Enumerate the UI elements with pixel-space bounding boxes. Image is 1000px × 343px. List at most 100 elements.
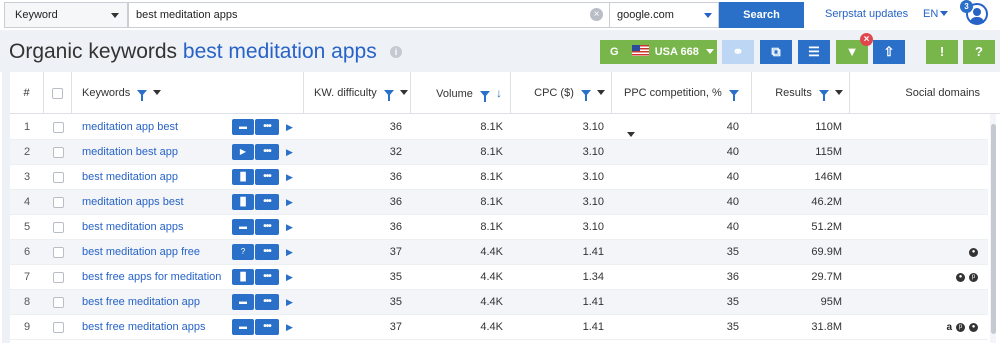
row-checkbox[interactable] [52, 246, 64, 258]
chevron-right-icon[interactable]: ▶ [286, 147, 293, 158]
table-row[interactable]: 5 best meditation apps ▬ ••• ▶ 36 8.1K 3.10 40 51… [10, 215, 988, 240]
keyword-link[interactable]: best free meditation apps [82, 315, 232, 340]
amazon-icon[interactable]: a [946, 323, 952, 333]
keyword-link[interactable]: meditation apps best [82, 190, 232, 215]
row-checkbox[interactable] [52, 296, 64, 308]
clear-filter-icon[interactable]: × [860, 33, 873, 46]
row-checkbox[interactable] [52, 146, 64, 158]
filter-icon[interactable] [479, 91, 490, 102]
report-issue-icon[interactable]: ! [926, 40, 958, 64]
video-icon[interactable]: ▶ [232, 144, 254, 160]
col-cpc[interactable]: CPC ($) [511, 72, 612, 114]
table-row[interactable]: 7 best free apps for meditation ▐▌ ••• ▶ 35 4.… [10, 265, 988, 290]
columns-icon[interactable]: ▐▌ [232, 169, 254, 185]
search-type-select[interactable]: Keyword [4, 2, 128, 28]
page-title-prefix: Organic keywords [9, 40, 178, 63]
notification-badge[interactable]: 3 [960, 0, 973, 13]
book-icon[interactable]: ? [963, 40, 995, 64]
more-options-icon[interactable]: ••• [255, 119, 279, 135]
keyword-link[interactable]: best free apps for meditation [82, 265, 232, 290]
keyword-link[interactable]: meditation app best [82, 115, 232, 140]
keyword-link[interactable]: best meditation app [82, 165, 232, 190]
col-competition[interactable]: PPC competition, % [612, 72, 752, 137]
table-row[interactable]: 3 best meditation app ▐▌ ••• ▶ 36 8.1K 3.10 40 14… [10, 165, 988, 190]
speech-bubble-icon[interactable]: ▬ [232, 119, 254, 135]
db-country-select[interactable]: G USA 668 [600, 40, 717, 64]
copy-icon[interactable]: ⧉ [760, 40, 792, 64]
row-checkbox[interactable] [52, 321, 64, 333]
col-difficulty[interactable]: KW. difficulty [304, 72, 411, 114]
table-row[interactable]: 1 meditation app best ▬ ••• ▶ 36 8.1K 3.10 40 110… [10, 115, 988, 140]
export-icon[interactable]: ⇧ [873, 40, 905, 64]
speech-bubble-icon[interactable]: ▬ [232, 294, 254, 310]
pinterest-icon[interactable]: p [969, 273, 978, 283]
search-button[interactable]: Search [719, 2, 804, 28]
col-competition-label: PPC competition, % [624, 87, 722, 99]
row-checkbox-cell [44, 265, 72, 290]
table-row[interactable]: 9 best free meditation apps ▬ ••• ▶ 37 4.4K 1.4… [10, 315, 988, 340]
more-options-icon[interactable]: ••• [255, 244, 279, 260]
key-icon[interactable]: ⚭ [722, 40, 754, 64]
chevron-right-icon[interactable]: ▶ [286, 122, 293, 133]
columns-settings-icon[interactable]: ☰ [798, 40, 830, 64]
clear-icon[interactable]: × [590, 8, 603, 21]
row-checkbox[interactable] [52, 271, 64, 283]
columns-icon[interactable]: ▐▌ [232, 269, 254, 285]
database-select[interactable]: google.com [609, 2, 719, 28]
keyword-link[interactable]: meditation best app [82, 140, 232, 165]
table-row[interactable]: 6 best meditation app free? ••• ▶ 37 4.4K 1.41… [10, 240, 988, 265]
reddit-icon[interactable]: ● [969, 248, 978, 258]
row-checkbox[interactable] [52, 171, 64, 183]
more-options-icon[interactable]: ••• [255, 269, 279, 285]
filter-icon[interactable] [580, 90, 591, 101]
select-all-checkbox[interactable] [52, 87, 63, 99]
col-results[interactable]: Results [752, 72, 850, 114]
keyword-link[interactable]: best meditation apps [82, 215, 232, 240]
search-input[interactable]: best meditation apps [128, 2, 610, 28]
filter-icon[interactable] [137, 90, 148, 101]
table-row[interactable]: 8 best free meditation app ▬ ••• ▶ 35 4.4K 1.41… [10, 290, 988, 315]
chevron-right-icon[interactable]: ▶ [286, 222, 293, 233]
more-options-icon[interactable]: ••• [255, 319, 279, 335]
sort-icon[interactable] [153, 90, 162, 95]
sort-desc-icon[interactable]: ↓ [496, 72, 502, 114]
row-checkbox[interactable] [52, 196, 64, 208]
reddit-icon[interactable]: ● [969, 323, 978, 333]
keyword-link[interactable]: best free meditation app [82, 290, 232, 315]
scrollbar-thumb[interactable] [991, 124, 996, 334]
speech-bubble-icon[interactable]: ▬ [232, 319, 254, 335]
sort-icon[interactable] [399, 90, 408, 95]
chevron-right-icon[interactable]: ▶ [286, 272, 293, 283]
chevron-right-icon[interactable]: ▶ [286, 297, 293, 308]
more-options-icon[interactable]: ••• [255, 169, 279, 185]
sort-icon[interactable] [597, 90, 605, 95]
updates-link[interactable]: Serpstat updates [825, 8, 908, 20]
table-row[interactable]: 2 meditation best app ▶ ••• ▶ 32 8.1K 3.10 40 115… [10, 140, 988, 165]
row-checkbox[interactable] [52, 221, 64, 233]
chevron-right-icon[interactable]: ▶ [286, 172, 293, 183]
columns-icon[interactable]: ▐▌ [232, 194, 254, 210]
row-checkbox[interactable] [52, 121, 64, 133]
col-keywords[interactable]: Keywords [72, 72, 304, 114]
more-options-icon[interactable]: ••• [255, 219, 279, 235]
scrollbar[interactable] [990, 114, 996, 343]
language-select[interactable]: EN [923, 8, 949, 20]
sort-icon[interactable] [835, 90, 843, 95]
info-icon[interactable]: i [390, 46, 402, 58]
filter-icon[interactable] [728, 90, 739, 101]
filter-icon[interactable] [818, 90, 829, 101]
chevron-right-icon[interactable]: ▶ [286, 197, 293, 208]
speech-bubble-icon[interactable]: ▬ [232, 219, 254, 235]
filter-icon[interactable] [383, 90, 394, 101]
reddit-icon[interactable]: ● [956, 273, 965, 283]
col-volume[interactable]: Volume ↓ [411, 72, 511, 114]
more-options-icon[interactable]: ••• [255, 144, 279, 160]
more-options-icon[interactable]: ••• [255, 294, 279, 310]
question-icon[interactable]: ? [232, 244, 254, 260]
keyword-link[interactable]: best meditation app free [82, 240, 232, 265]
chevron-right-icon[interactable]: ▶ [286, 247, 293, 258]
more-options-icon[interactable]: ••• [255, 194, 279, 210]
chevron-right-icon[interactable]: ▶ [286, 322, 293, 333]
table-row[interactable]: 4 meditation apps best ▐▌ ••• ▶ 36 8.1K 3.10 40 4… [10, 190, 988, 215]
pinterest-icon[interactable]: p [956, 323, 965, 333]
